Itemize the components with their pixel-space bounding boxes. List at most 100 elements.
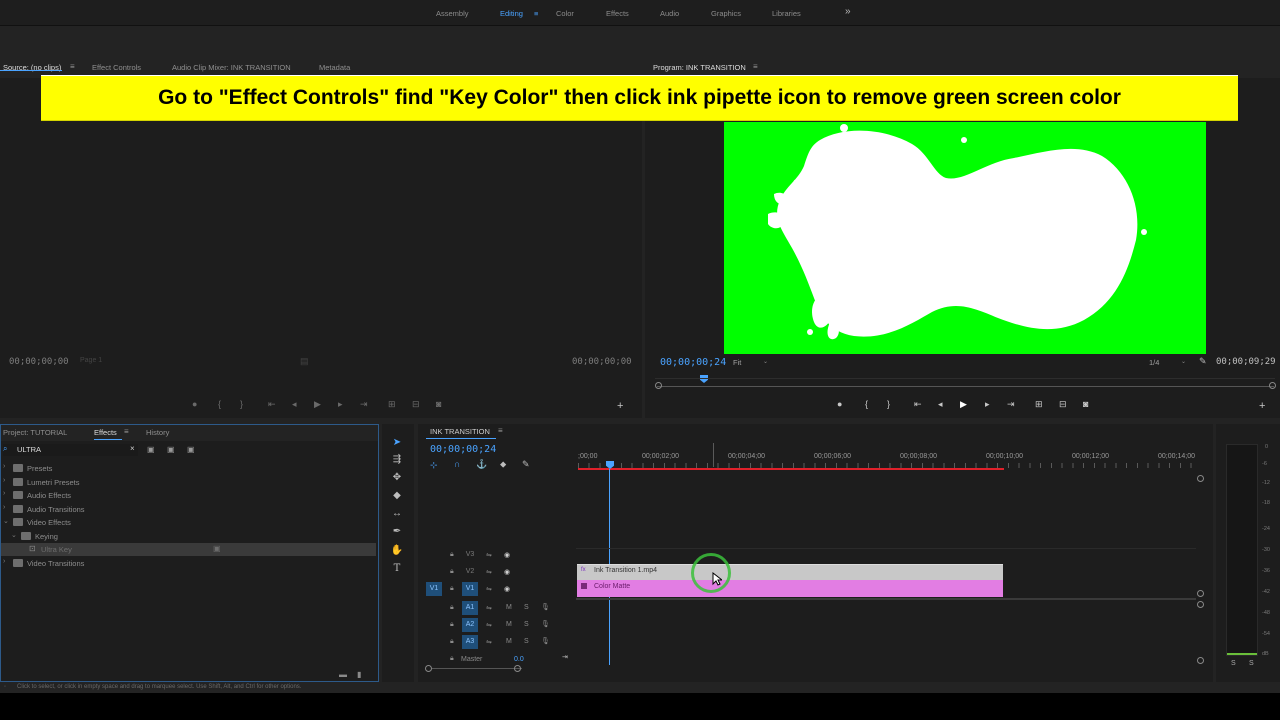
settings-wrench-icon[interactable]: ✎ [1199,356,1207,367]
trash-icon[interactable]: ▮ [357,670,361,679]
program-step-back-icon[interactable]: ◂ [938,399,943,410]
tree-item-keying[interactable]: ⌄ Keying [1,530,376,543]
audio-vscroll-top-handle[interactable] [1197,601,1204,608]
source-step-back-icon[interactable]: ◂ [292,399,297,410]
track-label-v2[interactable]: V2 [462,565,478,579]
sync-lock-icon[interactable]: ⇋ [486,638,492,646]
program-camera-icon[interactable]: ◙ [1083,399,1088,409]
tab-effects[interactable]: Effects [94,428,117,437]
timeline-menu-icon[interactable]: ≡ [498,426,503,435]
scrub-right-handle[interactable] [1269,382,1276,389]
timeline-vscroll-bottom-handle[interactable] [1197,590,1204,597]
lock-icon[interactable]: 🔒︎ [450,585,454,593]
expand-arrow-icon[interactable]: › [3,504,5,511]
source-play-icon[interactable]: ▶ [314,399,321,410]
workspace-tab-graphics[interactable]: Graphics [711,9,741,18]
track-label-a2[interactable]: A2 [462,618,478,632]
tab-project[interactable]: Project: TUTORIAL [3,428,67,437]
eye-icon[interactable]: ◉ [504,551,510,559]
mute-toggle[interactable]: M [506,638,512,645]
workspace-overflow-icon[interactable]: » [845,6,851,17]
tree-item-video-effects[interactable]: ⌄ Video Effects [1,516,376,529]
program-timecode-current[interactable]: 00;00;00;24 [660,357,726,368]
workspace-tab-editing[interactable]: Editing [500,9,523,18]
collapse-arrow-icon[interactable]: ⌄ [3,517,9,525]
sync-lock-icon[interactable]: ⇋ [486,568,492,576]
tab-sequence[interactable]: INK TRANSITION [430,427,490,436]
source-mark-in-icon[interactable]: { [218,399,221,409]
workspace-tab-audio[interactable]: Audio [660,9,679,18]
microphone-icon[interactable]: 🎙︎ [541,620,550,628]
meter-solo-right[interactable]: S [1249,660,1254,667]
program-lift-icon[interactable]: ⊞ [1035,399,1043,410]
source-go-in-icon[interactable]: ⇤ [268,399,276,410]
solo-toggle[interactable]: S [524,621,529,628]
snap-magnet-icon[interactable]: ∩ [454,459,460,469]
workspace-menu-icon[interactable]: ≡ [534,9,538,18]
timeline-vscroll-top-handle[interactable] [1197,475,1204,482]
track-label-v3[interactable]: V3 [462,548,478,562]
yuv-effects-icon[interactable]: ▣ [187,445,195,454]
source-export-frame-icon[interactable]: ◙ [436,399,441,409]
eye-icon[interactable]: ◉ [504,568,510,576]
lock-icon[interactable]: 🔒︎ [450,604,454,612]
master-volume-value[interactable]: 0.0 [514,656,524,663]
lock-icon[interactable]: 🔒︎ [450,568,454,576]
program-add-button-icon[interactable]: + [1259,400,1265,412]
program-video-frame[interactable] [724,122,1206,354]
scrub-left-handle[interactable] [655,382,662,389]
track-select-tool-icon[interactable]: ⇶ [390,453,404,467]
source-marker-icon[interactable]: ● [192,399,197,409]
meter-solo-left[interactable]: S [1231,660,1236,667]
tree-item-video-transitions[interactable]: › Video Transitions [1,557,376,570]
program-panel-menu-icon[interactable]: ≡ [753,62,758,71]
microphone-icon[interactable]: 🎙︎ [541,603,550,611]
linked-selection-icon[interactable]: ⚓ [476,459,487,470]
workspace-tab-color[interactable]: Color [556,9,574,18]
source-overwrite-icon[interactable]: ⊟ [412,399,420,410]
workspace-tab-libraries[interactable]: Libraries [772,9,801,18]
tab-history[interactable]: History [146,428,169,437]
mute-toggle[interactable]: M [506,621,512,628]
tree-item-presets[interactable]: › Presets [1,462,376,475]
resolution-chevron-down-icon[interactable]: ⌄ [1181,358,1186,365]
program-go-in-icon[interactable]: ⇤ [914,399,922,410]
master-go-to-end-icon[interactable]: ⇥ [562,653,568,661]
accelerated-effects-icon[interactable]: ▣ [147,445,155,454]
clip-color-matte[interactable]: Color Matte [577,580,1003,597]
sync-lock-icon[interactable]: ⇋ [486,621,492,629]
new-bin-icon[interactable]: ▬ [339,670,347,679]
clip-ink-transition[interactable]: fx Ink Transition 1.mp4 [577,564,1003,580]
nest-toggle-icon[interactable]: ⊹ [430,460,438,471]
program-play-icon[interactable]: ▶ [960,399,967,410]
ripple-edit-tool-icon[interactable]: ✥ [390,471,404,485]
program-panel-title[interactable]: Program: INK TRANSITION [653,63,746,72]
solo-toggle[interactable]: S [524,638,529,645]
tab-effect-controls[interactable]: Effect Controls [92,63,141,72]
lock-icon[interactable]: 🔒︎ [450,621,454,629]
source-panel-menu-icon[interactable]: ≡ [70,62,75,71]
eye-icon[interactable]: ◉ [504,585,510,593]
lock-icon[interactable]: 🔒︎ [450,655,454,663]
program-playhead[interactable] [700,375,708,383]
pen-tool-icon[interactable]: ✒ [390,525,404,539]
source-go-out-icon[interactable]: ⇥ [360,399,368,410]
tree-item-audio-effects[interactable]: › Audio Effects [1,489,376,502]
program-step-forward-icon[interactable]: ▸ [985,399,990,410]
hscroll-right-handle[interactable] [514,665,521,672]
32bit-effects-icon[interactable]: ▣ [167,445,175,454]
type-tool-icon[interactable]: T [390,562,404,576]
effects-search-input[interactable]: ⌕ ULTRA × [3,444,138,456]
timeline-settings-icon[interactable]: ✎ [522,459,530,470]
program-mark-in-icon[interactable]: { [865,399,868,409]
workspace-tab-assembly[interactable]: Assembly [436,9,469,18]
tree-item-ultra-key[interactable]: ⊡ Ultra Key ▣ [1,543,376,556]
program-mark-out-icon[interactable]: } [887,399,890,409]
lock-icon[interactable]: 🔒︎ [450,551,454,559]
hscroll-left-handle[interactable] [425,665,432,672]
tree-item-audio-transitions[interactable]: › Audio Transitions [1,503,376,516]
program-scrub-bar[interactable] [657,386,1274,387]
sync-lock-icon[interactable]: ⇋ [486,551,492,559]
expand-arrow-icon[interactable]: › [3,477,5,484]
audio-vscroll-bottom-handle[interactable] [1197,657,1204,664]
